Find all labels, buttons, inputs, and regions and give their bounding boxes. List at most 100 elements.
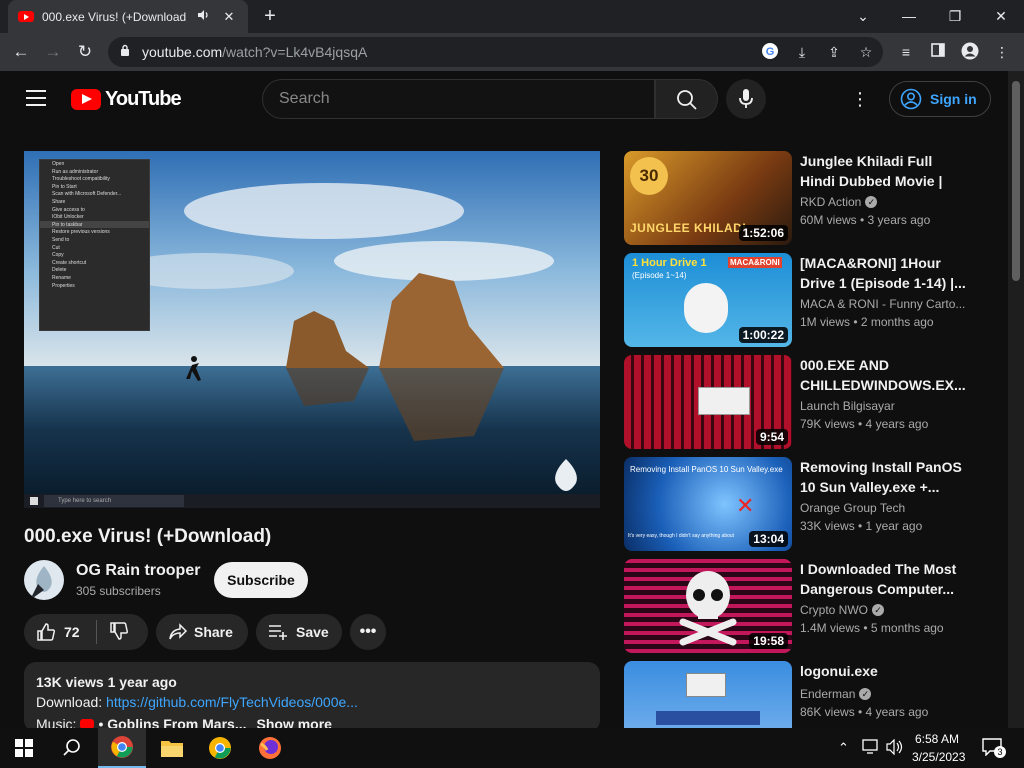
search-icon — [677, 90, 697, 110]
cartoon-character-icon — [684, 283, 728, 333]
hamburger-menu-icon[interactable] — [26, 90, 46, 106]
chromium-taskbar-icon[interactable] — [196, 728, 244, 768]
recommendation-channel[interactable]: Enderman — [800, 687, 855, 701]
settings-more-icon[interactable]: ⋮ — [850, 87, 870, 111]
description-box[interactable]: 13K views 1 year ago Download: https://g… — [24, 662, 600, 732]
share-page-icon[interactable]: ⇪ — [824, 42, 844, 62]
clock-time[interactable]: 6:58 AM — [915, 732, 959, 746]
channel-avatar[interactable] — [24, 560, 64, 600]
taskbar-search-icon[interactable] — [48, 728, 96, 768]
thumb-text: JUNGLEE KHILADI — [630, 221, 747, 235]
context-menu: Open Run as administrator Troubleshoot com… — [39, 159, 150, 331]
recommendation-title[interactable]: 000.EXE AND CHILLEDWINDOWS.EX... — [800, 355, 970, 395]
video-thumbnail[interactable] — [624, 661, 792, 728]
recommendation-channel[interactable]: MACA & RONI - Funny Carto... — [800, 297, 965, 311]
close-tab-icon[interactable]: ✕ — [220, 9, 238, 25]
voice-search-button[interactable] — [726, 79, 766, 119]
youtube-logo[interactable]: YouTube — [71, 88, 182, 111]
subscriber-count: 305 subscribers — [76, 584, 161, 598]
recommendation-item[interactable]: 19:58 I Downloaded The Most Dangerous Co… — [624, 559, 994, 653]
recommendation-item[interactable]: 9:54 000.EXE AND CHILLEDWINDOWS.EX... La… — [624, 355, 994, 449]
bookmark-star-icon[interactable]: ☆ — [856, 42, 876, 62]
google-icon[interactable]: G — [760, 42, 780, 62]
clock-date[interactable]: 3/25/2023 — [912, 750, 965, 764]
video-duration: 9:54 — [755, 429, 788, 445]
restore-button[interactable]: ❐ — [940, 4, 970, 28]
profile-icon[interactable] — [960, 42, 980, 62]
recommendation-channel[interactable]: Launch Bilgisayar — [800, 399, 895, 413]
search-input[interactable]: Search — [262, 79, 655, 119]
recommendation-title[interactable]: logonui.exe — [800, 661, 970, 681]
video-thumbnail[interactable]: Removing Install PanOS 10 Sun Valley.exe… — [624, 457, 792, 551]
recommendation-channel[interactable]: Crypto NWO — [800, 603, 868, 617]
recommendation-item[interactable]: 1 Hour Drive 1 (Episode 1~14) MACA&RONI … — [624, 253, 994, 347]
recommendation-item[interactable]: Removing Install PanOS 10 Sun Valley.exe… — [624, 457, 994, 551]
search-button[interactable] — [655, 79, 718, 119]
video-duration: 19:58 — [749, 633, 788, 649]
svg-text:G: G — [766, 46, 775, 58]
context-menu-item: Troubleshoot compatibility — [52, 176, 110, 183]
recommendation-channel[interactable]: Orange Group Tech — [800, 501, 905, 515]
browser-tab[interactable]: 000.exe Virus! (+Download) ✕ — [8, 0, 248, 33]
speaker-icon[interactable] — [194, 8, 212, 25]
save-playlist-icon — [269, 625, 287, 640]
context-menu-item: Restore previous versions — [52, 229, 110, 236]
tab-title: 000.exe Virus! (+Download) — [42, 9, 186, 24]
recommendation-item[interactable]: 30 JUNGLEE KHILADI 1:52:06 Junglee Khila… — [624, 151, 994, 245]
more-actions-button[interactable]: ••• — [350, 614, 386, 650]
scrollbar-thumb[interactable] — [1012, 81, 1020, 281]
browser-menu-icon[interactable]: ⋮ — [992, 42, 1012, 62]
windows-start-icon[interactable] — [0, 728, 48, 768]
page-scrollbar[interactable] — [1008, 71, 1024, 728]
firefox-taskbar-icon[interactable] — [246, 728, 294, 768]
context-menu-item: Pin to taskbar — [40, 220, 149, 229]
video-thumbnail[interactable]: 30 JUNGLEE KHILADI 1:52:06 — [624, 151, 792, 245]
logo-text: YouTube — [105, 88, 182, 110]
new-tab-button[interactable]: + — [258, 5, 282, 28]
video-thumbnail[interactable]: 9:54 — [624, 355, 792, 449]
side-panel-icon[interactable] — [928, 42, 948, 62]
video-thumbnail[interactable]: 19:58 — [624, 559, 792, 653]
like-button[interactable]: 72 — [24, 622, 96, 642]
notification-center-icon[interactable]: 3 — [982, 738, 1006, 758]
reload-button[interactable]: ↻ — [72, 39, 98, 65]
dislike-button[interactable] — [97, 621, 129, 644]
download-link[interactable]: https://github.com/FlyTechVideos/000e... — [106, 694, 358, 710]
media-queue-icon[interactable]: ≡ — [896, 42, 916, 62]
recommendation-channel[interactable]: RKD Action — [800, 195, 861, 209]
sign-in-label: Sign in — [930, 91, 977, 107]
file-explorer-icon[interactable] — [148, 728, 196, 768]
chrome-taskbar-icon[interactable] — [98, 728, 146, 768]
recommendation-meta: 1.4M views • 5 months ago — [800, 621, 944, 635]
more-horizontal-icon: ••• — [359, 623, 377, 640]
search-placeholder: Search — [279, 90, 330, 107]
forward-button[interactable]: → — [40, 39, 66, 65]
show-hidden-icons-icon[interactable]: ⌃ — [838, 740, 849, 756]
tab-search-icon[interactable]: ⌄ — [848, 4, 878, 28]
back-button[interactable]: ← — [8, 39, 34, 65]
account-icon — [900, 88, 922, 110]
recommendation-title[interactable]: Removing Install PanOS 10 Sun Valley.exe… — [800, 457, 970, 497]
network-icon[interactable] — [862, 739, 880, 760]
install-icon[interactable]: ⤓ — [792, 42, 812, 62]
lock-icon[interactable] — [120, 43, 130, 61]
thumb-text: 1 Hour Drive 1 — [632, 257, 707, 269]
video-watermark-icon — [546, 457, 586, 493]
skull-crossbones-icon — [679, 571, 737, 646]
recommendation-item[interactable]: logonui.exe Enderman ✓ 86K views • 4 year… — [624, 661, 994, 728]
minimize-button[interactable]: — — [894, 4, 924, 28]
save-button[interactable]: Save — [256, 614, 342, 650]
share-button[interactable]: Share — [156, 614, 248, 650]
volume-icon[interactable] — [886, 738, 904, 760]
recommendation-meta: 33K views • 1 year ago — [800, 519, 923, 533]
recommendation-title[interactable]: [MACA&RONI] 1Hour Drive 1 (Episode 1-14)… — [800, 253, 970, 293]
recommendation-title[interactable]: Junglee Khiladi Full Hindi Dubbed Movie … — [800, 151, 970, 191]
video-player[interactable]: Open Run as administrator Troubleshoot com… — [24, 151, 600, 508]
recommendation-title[interactable]: I Downloaded The Most Dangerous Computer… — [800, 559, 970, 599]
context-menu-item: Open — [52, 161, 65, 167]
channel-name[interactable]: OG Rain trooper — [76, 562, 200, 580]
sign-in-button[interactable]: Sign in — [889, 81, 991, 117]
video-thumbnail[interactable]: 1 Hour Drive 1 (Episode 1~14) MACA&RONI … — [624, 253, 792, 347]
close-window-button[interactable]: ✕ — [986, 4, 1016, 28]
subscribe-button[interactable]: Subscribe — [214, 562, 308, 598]
